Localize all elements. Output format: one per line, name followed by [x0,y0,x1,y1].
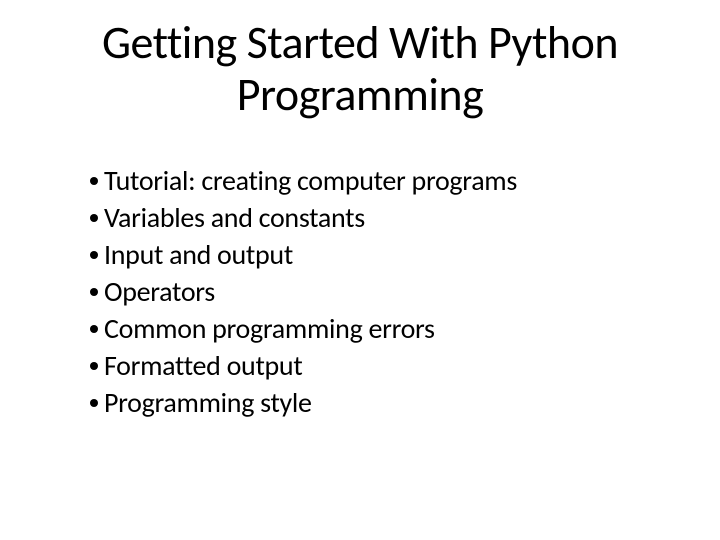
bullet-icon [90,251,98,259]
bullet-text: Common programming errors [104,311,660,348]
bullet-text: Tutorial: creating computer programs [104,163,660,200]
bullet-text: Variables and constants [104,200,660,237]
bullet-text: Programming style [104,385,660,422]
list-item: Programming style [90,385,660,422]
bullet-list: Tutorial: creating computer programs Var… [40,163,680,422]
list-item: Tutorial: creating computer programs [90,163,660,200]
list-item: Formatted output [90,348,660,385]
list-item: Operators [90,274,660,311]
slide-title: Getting Started With Python Programming [40,18,680,121]
slide: Getting Started With Python Programming … [0,0,720,540]
bullet-text: Operators [104,274,660,311]
list-item: Input and output [90,237,660,274]
list-item: Common programming errors [90,311,660,348]
list-item: Variables and constants [90,200,660,237]
bullet-text: Formatted output [104,348,660,385]
bullet-icon [90,325,98,333]
bullet-text: Input and output [104,237,660,274]
bullet-icon [90,399,98,407]
bullet-icon [90,362,98,370]
bullet-icon [90,288,98,296]
bullet-icon [90,214,98,222]
bullet-icon [90,177,98,185]
